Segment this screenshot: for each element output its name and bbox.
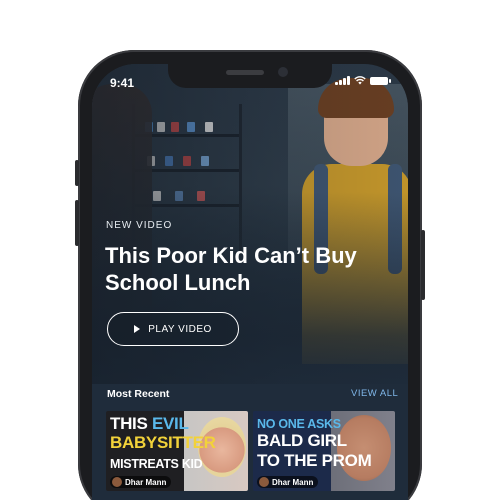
thumbnail-text: BABYSITTER — [110, 433, 216, 452]
side-button-left — [75, 160, 79, 186]
play-video-label: PLAY VIDEO — [148, 323, 212, 335]
thumbnail-text: TO THE PROM — [257, 451, 372, 470]
wifi-icon — [353, 76, 366, 85]
thumbnail-text: BALD GIRL — [257, 431, 347, 450]
signal-icon — [335, 76, 350, 85]
channel-name: Dhar Mann — [125, 477, 167, 487]
battery-icon — [369, 76, 391, 85]
channel-badge: Dhar Mann — [257, 476, 319, 488]
speaker-grille — [226, 70, 264, 75]
play-video-button[interactable]: PLAY VIDEO — [107, 312, 239, 346]
side-button-right — [421, 230, 425, 300]
view-all-link[interactable]: VIEW ALL — [351, 388, 398, 399]
front-camera — [278, 67, 288, 77]
notch — [168, 64, 332, 88]
thumbnail-text-highlight: EVIL — [151, 414, 189, 433]
channel-avatar — [112, 477, 122, 487]
side-button-left-2 — [75, 200, 79, 246]
hero-eyebrow: NEW VIDEO — [106, 220, 173, 231]
play-icon — [134, 325, 141, 333]
video-thumbnail[interactable]: THIS EVIL BABYSITTER MISTREATS KID Dhar … — [106, 411, 248, 491]
status-icons — [335, 76, 391, 85]
channel-name: Dhar Mann — [272, 477, 314, 487]
hero-title: This Poor Kid Can’t Buy School Lunch — [105, 243, 357, 295]
channel-avatar — [259, 477, 269, 487]
video-thumbnail[interactable]: NO ONE ASKS BALD GIRL TO THE PROM Dhar M… — [253, 411, 395, 491]
section-title-most-recent: Most Recent — [107, 388, 170, 400]
thumbnail-text: MISTREATS KID — [110, 457, 203, 471]
status-time: 9:41 — [110, 76, 135, 90]
channel-badge: Dhar Mann — [110, 476, 172, 488]
thumbnail-text: THIS — [110, 414, 148, 433]
